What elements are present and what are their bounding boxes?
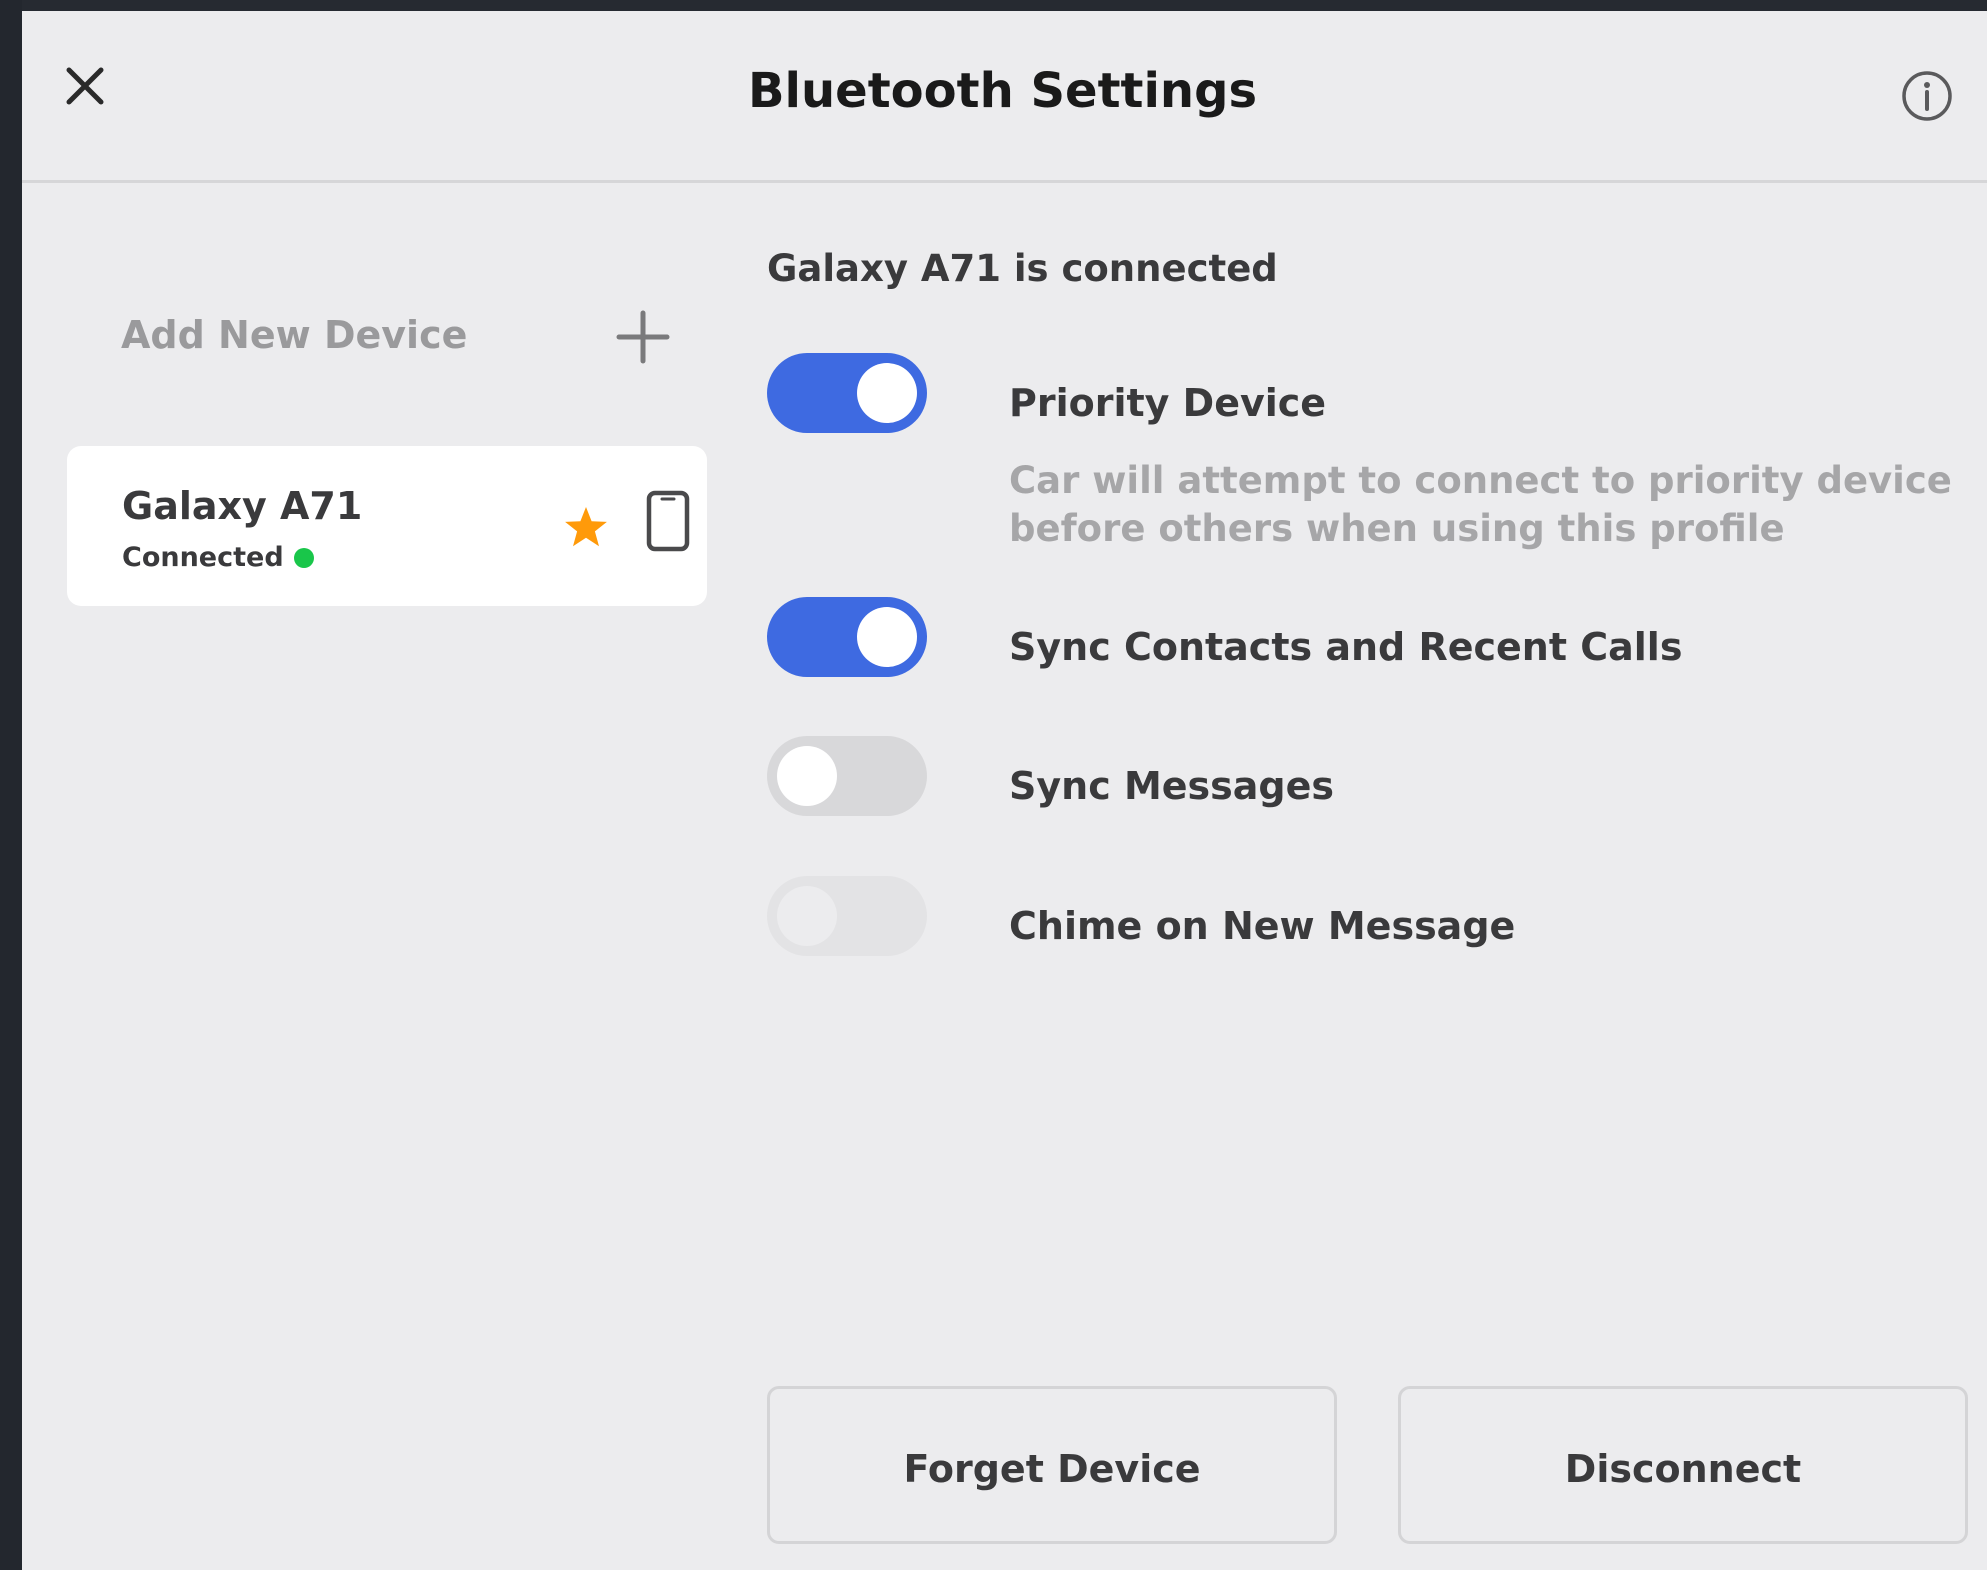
device-status: Connected	[122, 542, 284, 573]
device-list-item[interactable]: Galaxy A71 Connected	[67, 446, 707, 606]
disconnect-label: Disconnect	[1564, 1447, 1802, 1491]
add-new-device-button[interactable]: Add New Device	[121, 301, 681, 371]
sync-contacts-toggle[interactable]	[767, 597, 927, 677]
forget-device-button[interactable]: Forget Device	[767, 1386, 1337, 1544]
toggle-knob	[777, 886, 837, 946]
chime-new-message-label: Chime on New Message	[1009, 904, 1516, 948]
priority-device-description: Car will attempt to connect to priority …	[1009, 459, 1952, 550]
sync-messages-toggle[interactable]	[767, 736, 927, 816]
toggle-knob	[777, 746, 837, 806]
connection-heading: Galaxy A71 is connected	[767, 247, 1278, 290]
window-frame-left	[0, 0, 22, 1570]
connected-status-dot	[294, 548, 314, 568]
header-bar: Bluetooth Settings	[22, 11, 1987, 183]
bluetooth-settings-panel: Bluetooth Settings Add New Device Galaxy…	[22, 11, 1987, 1570]
info-icon	[1902, 71, 1952, 121]
star-icon[interactable]	[563, 504, 609, 550]
disconnect-button[interactable]: Disconnect	[1398, 1386, 1968, 1544]
priority-device-toggle[interactable]	[767, 353, 927, 433]
add-new-device-label: Add New Device	[121, 313, 468, 357]
window-frame-top	[0, 0, 1987, 11]
forget-device-label: Forget Device	[903, 1447, 1201, 1491]
sync-contacts-label: Sync Contacts and Recent Calls	[1009, 625, 1683, 669]
sync-messages-label: Sync Messages	[1009, 764, 1335, 808]
toggle-knob	[857, 363, 917, 423]
device-name: Galaxy A71	[122, 484, 363, 528]
page-title: Bluetooth Settings	[747, 63, 1258, 119]
phone-icon	[646, 490, 690, 552]
chime-new-message-toggle	[767, 876, 927, 956]
toggle-knob	[857, 607, 917, 667]
priority-device-label: Priority Device	[1009, 381, 1327, 425]
info-button[interactable]	[1900, 69, 1954, 123]
plus-icon	[616, 310, 670, 364]
